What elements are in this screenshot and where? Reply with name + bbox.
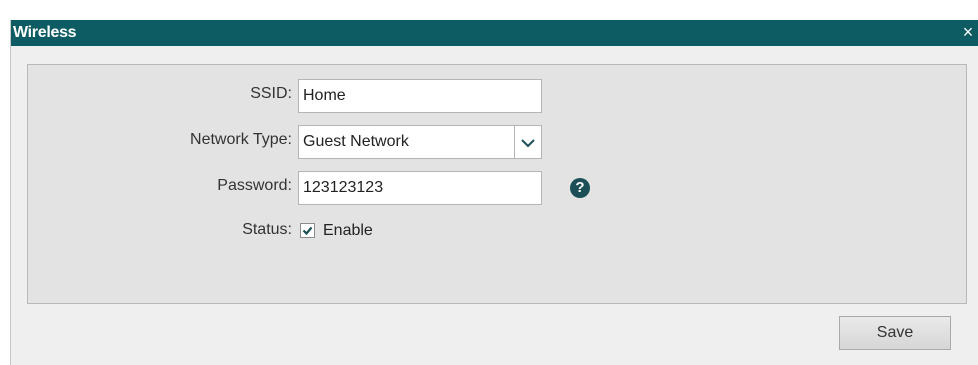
network-type-select[interactable]: Guest Network [298, 125, 542, 159]
status-label: Status: [242, 221, 292, 238]
enable-checkbox[interactable] [300, 223, 315, 238]
ssid-label: SSID: [250, 85, 292, 102]
question-mark-icon[interactable]: ? [570, 178, 590, 198]
network-type-label: Network Type: [190, 131, 292, 148]
wireless-dialog: Wireless × SSID: Network Type: Guest Net… [10, 20, 978, 365]
chevron-down-icon [521, 139, 535, 148]
network-type-row: Network Type: Guest Network [28, 125, 968, 159]
ssid-input[interactable] [298, 79, 542, 113]
password-row: Password: ? [28, 171, 968, 205]
status-row: Status: Enable [28, 215, 968, 245]
wireless-settings-panel: SSID: Network Type: Guest Network Passwo… [27, 64, 967, 304]
dialog-title: Wireless [13, 24, 77, 41]
ssid-row: SSID: [28, 79, 968, 113]
enable-label[interactable]: Enable [323, 215, 373, 247]
checkmark-icon [302, 226, 313, 236]
password-label: Password: [217, 177, 292, 194]
dropdown-button[interactable] [514, 126, 541, 158]
dialog-titlebar: Wireless × [11, 20, 978, 46]
password-input[interactable] [298, 171, 542, 205]
close-icon[interactable]: × [959, 22, 977, 42]
network-type-value: Guest Network [303, 133, 409, 150]
save-button[interactable]: Save [839, 316, 951, 350]
